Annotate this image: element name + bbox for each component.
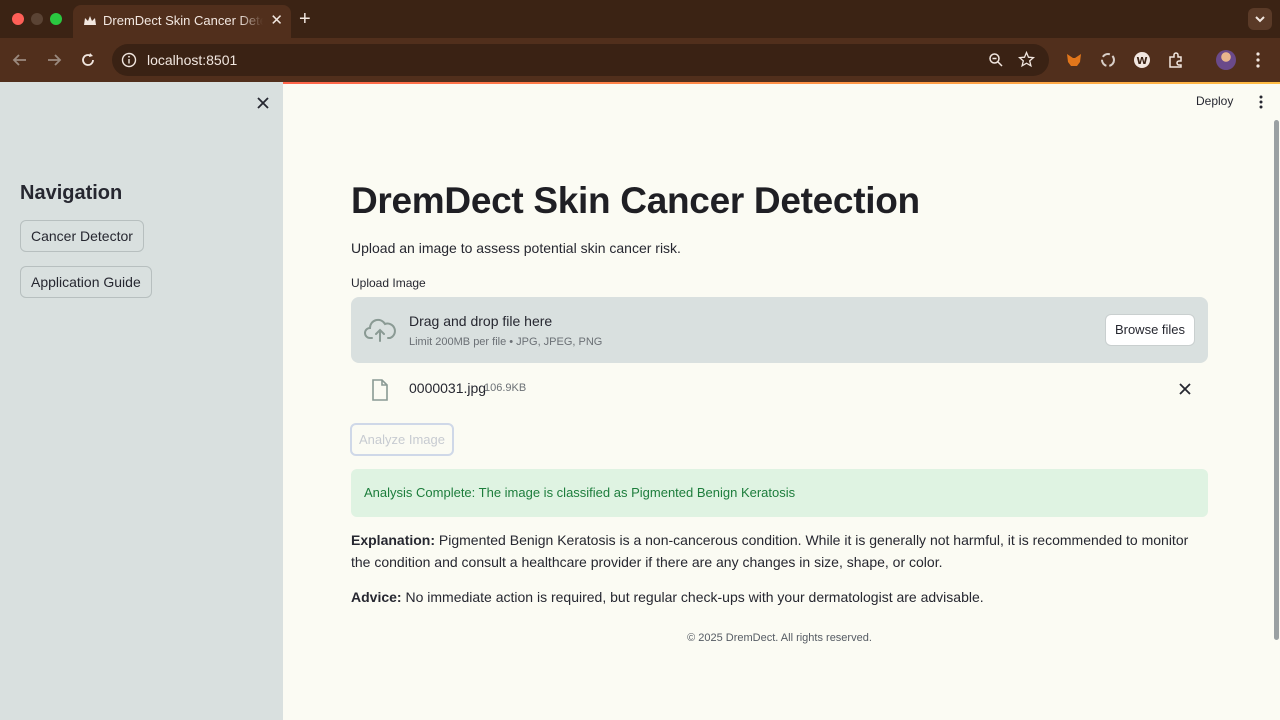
- window-close-button[interactable]: [12, 13, 24, 25]
- tab-search-button[interactable]: [1248, 8, 1272, 30]
- footer-copyright: © 2025 DremDect. All rights reserved.: [687, 632, 872, 644]
- w-extension-icon[interactable]: W: [1132, 50, 1152, 70]
- uploaded-file-name: 0000031.jpg: [409, 380, 487, 396]
- result-message: Analysis Complete: The image is classifi…: [364, 485, 796, 500]
- forward-arrow-icon[interactable]: [44, 50, 64, 70]
- back-arrow-icon[interactable]: [10, 50, 30, 70]
- close-sidebar-icon[interactable]: [256, 96, 270, 110]
- sidebar-title: Navigation: [20, 182, 123, 204]
- reload-icon[interactable]: [78, 50, 98, 70]
- browse-files-button[interactable]: Browse files: [1105, 314, 1195, 346]
- explanation-paragraph: Explanation: Pigmented Benign Keratosis …: [351, 529, 1201, 573]
- sidebar: Navigation Cancer Detector Application G…: [0, 82, 283, 720]
- browser-toolbar: localhost:8501 W: [0, 38, 1280, 82]
- dropzone-limit: Limit 200MB per file • JPG, JPEG, PNG: [409, 336, 603, 348]
- advice-text: No immediate action is required, but reg…: [401, 589, 984, 605]
- address-bar[interactable]: localhost:8501: [112, 44, 1049, 76]
- app-page: Navigation Cancer Detector Application G…: [0, 82, 1280, 720]
- browser-menu-icon[interactable]: [1248, 50, 1268, 70]
- cloud-upload-icon: [364, 318, 396, 342]
- scrollbar[interactable]: [1274, 120, 1279, 640]
- application-guide-button[interactable]: Application Guide: [20, 266, 152, 298]
- window-minimize-button[interactable]: [31, 13, 43, 25]
- main-menu-icon[interactable]: [1254, 94, 1268, 110]
- cancer-detector-button[interactable]: Cancer Detector: [20, 220, 144, 252]
- tab-close-icon[interactable]: ✕: [270, 12, 283, 30]
- uploaded-file-size: 106.9KB: [484, 382, 527, 394]
- explanation-text: Pigmented Benign Keratosis is a non-canc…: [351, 532, 1189, 570]
- remove-file-icon[interactable]: [1178, 382, 1192, 396]
- page-title: DremDect Skin Cancer Detection: [351, 180, 920, 221]
- site-info-icon[interactable]: [121, 52, 137, 68]
- tab-title: DremDect Skin Cancer Detection: [103, 13, 263, 28]
- sync-extension-icon[interactable]: [1098, 50, 1118, 70]
- window-maximize-button[interactable]: [50, 13, 62, 25]
- new-tab-icon[interactable]: +: [299, 8, 311, 30]
- bookmark-star-icon[interactable]: [1018, 51, 1035, 68]
- advice-label: Advice:: [351, 589, 402, 605]
- svg-text:W: W: [1136, 56, 1147, 67]
- advice-paragraph: Advice: No immediate action is required,…: [351, 586, 1201, 608]
- chevron-down-icon: [1255, 16, 1265, 23]
- extensions-puzzle-icon[interactable]: [1166, 50, 1186, 70]
- metamask-extension-icon[interactable]: [1064, 50, 1084, 70]
- upload-label: Upload Image: [351, 276, 426, 290]
- deploy-button[interactable]: Deploy: [1196, 94, 1233, 108]
- browser-titlebar: DremDect Skin Cancer Detection ✕ +: [0, 0, 1280, 38]
- success-alert: Analysis Complete: The image is classifi…: [351, 469, 1208, 517]
- file-dropzone[interactable]: Drag and drop file here Limit 200MB per …: [351, 297, 1208, 363]
- browser-tab[interactable]: DremDect Skin Cancer Detection ✕: [73, 5, 291, 38]
- analyze-image-button[interactable]: Analyze Image: [350, 423, 454, 456]
- streamlit-crown-icon: [84, 16, 96, 25]
- page-subtitle: Upload an image to assess potential skin…: [351, 240, 681, 256]
- explanation-label: Explanation:: [351, 532, 436, 548]
- dropzone-instructions: Drag and drop file here: [409, 313, 553, 329]
- url-text: localhost:8501: [147, 52, 238, 68]
- file-icon: [372, 379, 388, 401]
- zoom-icon[interactable]: [988, 52, 1004, 68]
- profile-avatar[interactable]: [1216, 50, 1236, 70]
